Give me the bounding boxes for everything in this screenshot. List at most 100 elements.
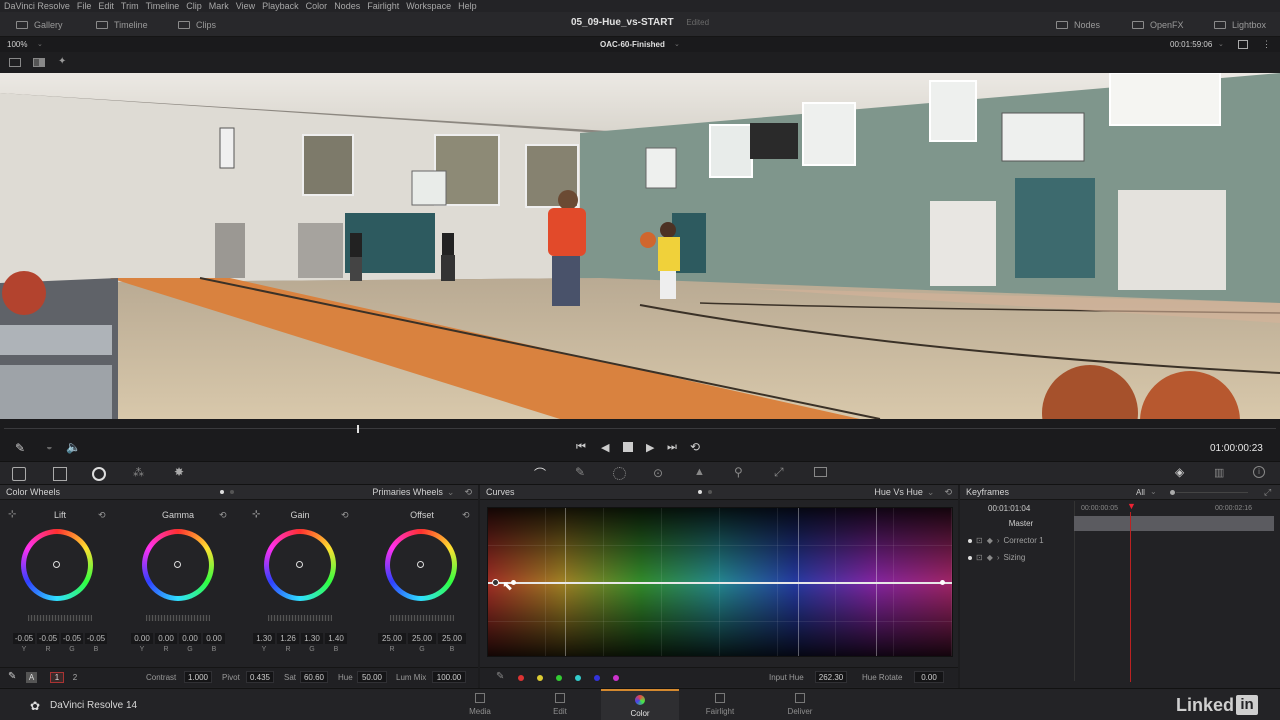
chevron-down-icon[interactable]: ⌄ (674, 40, 680, 48)
gamma-wheel-handle[interactable] (174, 561, 181, 568)
nav-deliver[interactable]: Deliver (761, 689, 839, 720)
offset-wheel-handle[interactable] (417, 561, 424, 568)
eyedropper-icon[interactable]: ✎ (496, 671, 504, 682)
viewer-mode-icon[interactable] (1238, 40, 1248, 49)
menu-color[interactable]: Color (306, 1, 328, 11)
reset-icon[interactable]: ⟲ (944, 487, 952, 498)
lift-g-value[interactable]: -0.05 (61, 633, 83, 644)
offset-color-wheel[interactable] (385, 529, 457, 601)
nav-color[interactable]: Color (601, 689, 679, 720)
expand-icon[interactable]: ⤢ (1264, 487, 1271, 498)
menu-help[interactable]: Help (458, 1, 477, 11)
cyan-swatch[interactable] (575, 675, 581, 681)
page-dot-active[interactable] (697, 490, 702, 494)
keyframe-zoom-slider[interactable] (1176, 492, 1248, 493)
stop-icon[interactable] (623, 442, 633, 452)
gamma-y-value[interactable]: 0.00 (131, 633, 153, 644)
track-enable-dot[interactable] (968, 538, 972, 543)
sat-field[interactable]: 60.60 (300, 671, 328, 683)
reset-icon[interactable]: ⟲ (341, 510, 349, 521)
page-dot-active[interactable] (220, 490, 225, 494)
gamma-g-value[interactable]: 0.00 (179, 633, 201, 644)
gain-y-value[interactable]: 1.30 (253, 633, 275, 644)
lift-b-value[interactable]: -0.05 (85, 633, 107, 644)
gain-g-value[interactable]: 1.30 (301, 633, 323, 644)
play-reverse-icon[interactable]: ◀ (601, 441, 609, 454)
lum-mix-field[interactable]: 100.00 (432, 671, 466, 683)
color-match-icon[interactable] (53, 467, 67, 481)
curves-graph[interactable]: ⬉ (487, 507, 953, 657)
menu-app[interactable]: DaVinci Resolve (4, 1, 70, 11)
blur-icon[interactable]: ▲ (694, 466, 705, 478)
offset-g-value[interactable]: 25.00 (408, 633, 436, 644)
auto-balance-icon[interactable]: ✎ (8, 671, 16, 682)
curve-control-point[interactable] (492, 579, 499, 586)
gamma-b-value[interactable]: 0.00 (203, 633, 225, 644)
key-icon[interactable]: ⚲ (734, 465, 743, 479)
menu-playback[interactable]: Playback (262, 1, 299, 11)
gain-color-wheel[interactable] (264, 529, 336, 601)
track-enable-dot[interactable] (968, 555, 972, 560)
chevron-down-icon[interactable]: ⌄ (37, 40, 43, 48)
play-icon[interactable]: ▶ (646, 441, 654, 454)
blue-swatch[interactable] (594, 675, 600, 681)
rgb-mixer-icon[interactable]: ⁂ (133, 466, 144, 479)
gain-b-value[interactable]: 1.40 (325, 633, 347, 644)
curves-icon[interactable]: ⌒ (534, 465, 546, 482)
scopes-icon[interactable]: ▥ (1214, 466, 1224, 479)
keyframe-diamond-icon[interactable]: ◆ (987, 553, 993, 562)
curve-control-point[interactable] (940, 580, 945, 585)
red-swatch[interactable] (518, 675, 524, 681)
gain-master-wheel[interactable] (268, 615, 332, 621)
chevron-down-icon[interactable]: ⌄ (447, 487, 455, 498)
contrast-field[interactable]: 1.000 (184, 671, 212, 683)
lift-y-value[interactable]: -0.05 (13, 633, 35, 644)
pivot-field[interactable]: 0.435 (246, 671, 274, 683)
keyframe-zoom-handle[interactable] (1170, 490, 1175, 495)
eyedropper-icon[interactable]: ✎ (15, 441, 25, 455)
keyframe-diamond-icon[interactable]: ◆ (987, 536, 993, 545)
gain-r-value[interactable]: 1.26 (277, 633, 299, 644)
lift-color-wheel[interactable] (21, 529, 93, 601)
split-screen-icon[interactable] (33, 58, 45, 67)
sizing-icon[interactable]: ⤢ (774, 465, 784, 480)
3d-icon[interactable] (814, 467, 827, 477)
lift-r-value[interactable]: -0.05 (37, 633, 59, 644)
page-2-button[interactable]: 2 (68, 672, 82, 683)
keyframes-ruler[interactable]: 00:00:00:05 00:00:02:16 ▼ (1074, 501, 1274, 516)
gain-wheel-handle[interactable] (296, 561, 303, 568)
reset-icon[interactable]: ⟲ (462, 510, 470, 521)
motion-effects-icon[interactable]: ✸ (174, 465, 184, 479)
magenta-swatch[interactable] (613, 675, 619, 681)
menu-mark[interactable]: Mark (209, 1, 229, 11)
tracker-icon[interactable]: ⊙ (653, 466, 663, 480)
viewer-image[interactable] (0, 73, 1280, 419)
hue-rotate-field[interactable]: 0.00 (914, 671, 944, 683)
timeline-button[interactable]: Timeline (96, 12, 148, 37)
go-to-start-icon[interactable]: ⏮ (576, 441, 586, 454)
page-dot[interactable] (707, 490, 712, 494)
nodes-button[interactable]: Nodes (1056, 12, 1100, 37)
keyframe-playhead-icon[interactable]: ▼ (1127, 501, 1136, 511)
menu-trim[interactable]: Trim (121, 1, 139, 11)
menu-workspace[interactable]: Workspace (406, 1, 451, 11)
go-to-end-icon[interactable]: ⏭ (667, 441, 677, 454)
master-track-bar[interactable] (1074, 516, 1274, 531)
nav-fairlight[interactable]: Fairlight (681, 689, 759, 720)
scrub-playhead[interactable] (357, 425, 359, 433)
nav-media[interactable]: Media (441, 689, 519, 720)
offset-master-wheel[interactable] (390, 615, 454, 621)
qualifier-icon[interactable]: ✎ (575, 465, 585, 479)
hue-field[interactable]: 50.00 (357, 671, 387, 683)
more-options-icon[interactable]: ⋮ (1262, 39, 1271, 50)
chevron-right-icon[interactable]: › (997, 553, 1000, 562)
menu-clip[interactable]: Clip (186, 1, 202, 11)
menu-file[interactable]: File (77, 1, 92, 11)
highlight-icon[interactable]: ✦ (58, 56, 66, 67)
yellow-swatch[interactable] (537, 675, 543, 681)
speaker-icon[interactable]: 🔈 (66, 440, 81, 454)
openfx-button[interactable]: OpenFX (1132, 12, 1184, 37)
timeline-selector[interactable]: OAC-60-Finished (600, 40, 665, 49)
chevron-down-icon[interactable]: ⌄ (927, 487, 935, 498)
zoom-select[interactable]: 100% (7, 40, 27, 49)
